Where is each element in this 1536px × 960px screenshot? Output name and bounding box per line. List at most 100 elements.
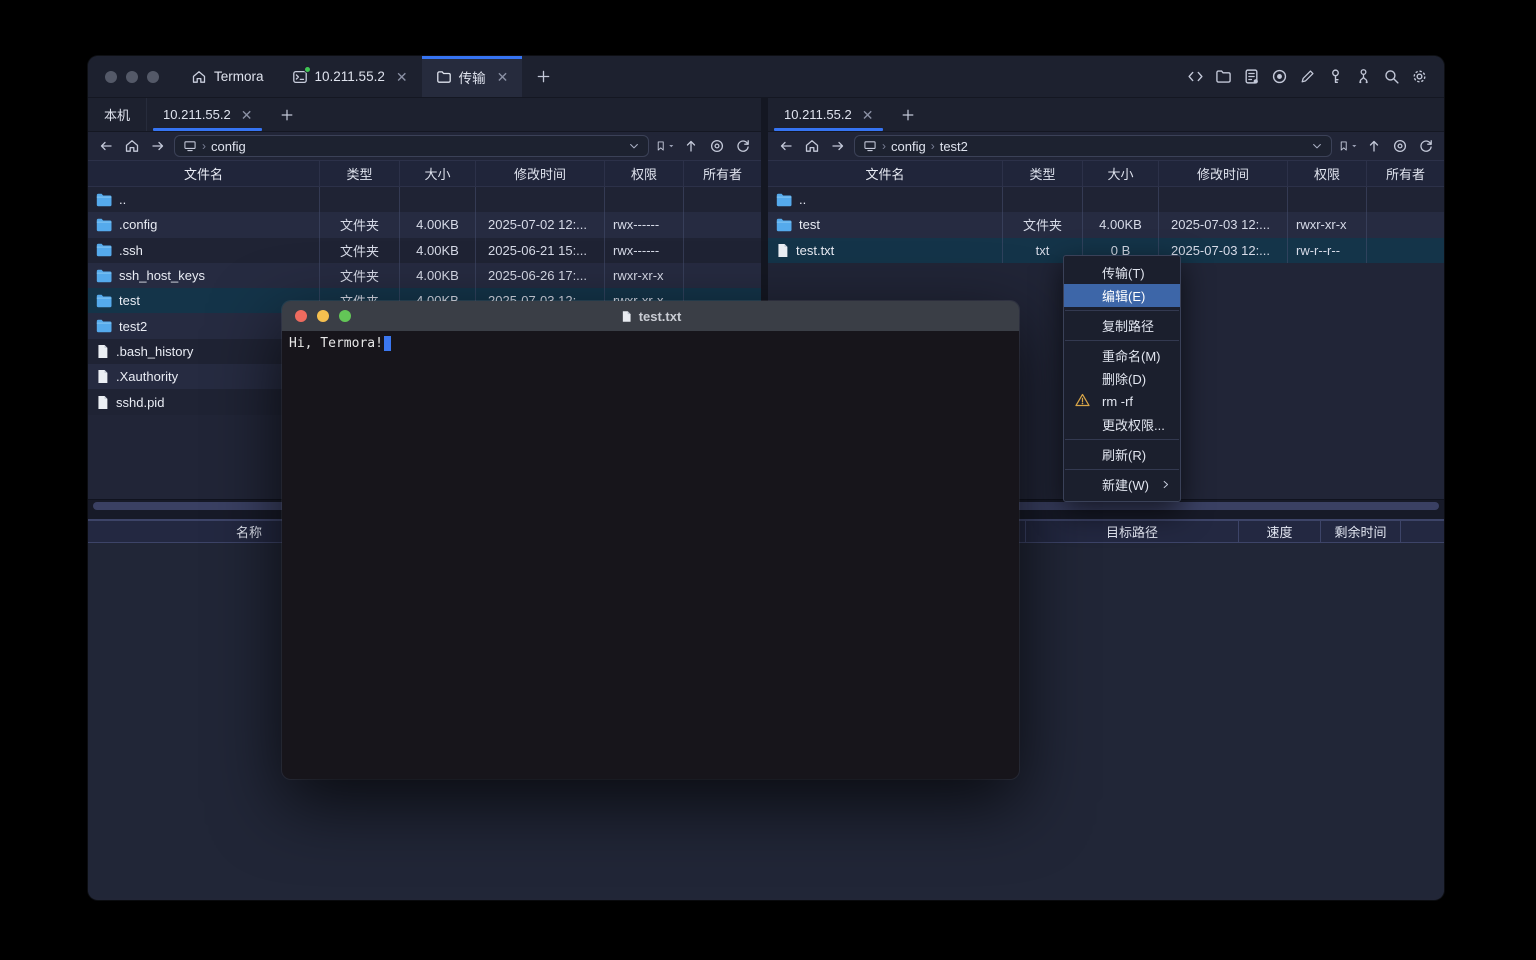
zoom-window-button[interactable] [147, 71, 159, 83]
close-tab-icon[interactable]: ✕ [862, 108, 874, 122]
minimize-window-button[interactable] [126, 71, 138, 83]
show-hidden-icon[interactable] [1390, 136, 1410, 156]
file-row[interactable]: .. [768, 187, 1444, 212]
record-icon[interactable] [1271, 68, 1288, 85]
file-row[interactable]: ssh_host_keys文件夹4.00KB2025-06-26 17:...r… [88, 263, 761, 288]
tab-transfer[interactable]: 传输 ✕ [422, 56, 523, 97]
column-header[interactable]: 所有者 [1367, 161, 1444, 186]
file-cell: 文件夹 [320, 212, 400, 237]
editor-content[interactable]: Hi, Termora! [282, 331, 1019, 779]
settings-icon[interactable] [1411, 68, 1428, 85]
show-hidden-icon[interactable] [707, 136, 727, 156]
column-header[interactable]: 大小 [400, 161, 476, 186]
new-pane-tab-button[interactable] [268, 98, 306, 131]
folder-icon [96, 269, 112, 283]
close-tab-icon[interactable]: ✕ [396, 70, 408, 84]
tab-local[interactable]: 本机 [88, 98, 147, 131]
cell-text: rwxr-xr-x [613, 268, 664, 283]
path-breadcrumb[interactable]: › config › test2 [854, 135, 1332, 157]
column-header[interactable]: 所有者 [684, 161, 761, 186]
menu-item--m-[interactable]: 重命名(M) [1064, 344, 1180, 367]
column-header[interactable]: 类型 [1003, 161, 1083, 186]
file-cell [1083, 187, 1159, 212]
window-controls[interactable] [88, 56, 177, 97]
new-tab-button[interactable] [522, 56, 565, 97]
zoom-window-button[interactable] [339, 310, 351, 322]
chevron-down-icon[interactable] [1311, 140, 1323, 152]
editor-window-controls[interactable] [282, 310, 351, 322]
refresh-icon[interactable] [1416, 136, 1436, 156]
bookmark-icon[interactable] [1338, 136, 1358, 156]
chevron-right-icon: › [882, 139, 886, 153]
cell-text: test [119, 293, 140, 308]
bookmark-icon[interactable] [655, 136, 675, 156]
tab-ssh-host[interactable]: 10.211.55.2 ✕ [278, 56, 422, 97]
file-row[interactable]: .. [88, 187, 761, 212]
upload-icon[interactable] [681, 136, 701, 156]
file-row[interactable]: test文件夹4.00KB2025-07-03 12:...rwxr-xr-x [768, 212, 1444, 237]
file-cell: .. [88, 187, 320, 212]
menu-item--[interactable]: 复制路径 [1064, 314, 1180, 337]
snippet-icon[interactable] [1243, 68, 1260, 85]
cell-text: 2025-06-26 17:... [488, 268, 587, 283]
search-icon[interactable] [1383, 68, 1400, 85]
file-row[interactable]: .config文件夹4.00KB2025-07-02 12:...rwx----… [88, 212, 761, 237]
column-header[interactable]: 权限 [1288, 161, 1367, 186]
keychain-icon[interactable] [1355, 68, 1372, 85]
tab-termora[interactable]: Termora [177, 56, 278, 97]
minimize-window-button[interactable] [317, 310, 329, 322]
key-icon[interactable] [1327, 68, 1344, 85]
editor-title: test.txt [282, 309, 1019, 324]
menu-item--r-[interactable]: 刷新(R) [1064, 443, 1180, 466]
column-header[interactable]: 目标路径 [1026, 521, 1239, 542]
app-toolbar [1187, 56, 1444, 97]
close-window-button[interactable] [105, 71, 117, 83]
column-header[interactable]: 剩余时间 [1321, 521, 1401, 542]
editor-title-bar[interactable]: test.txt [282, 301, 1019, 331]
path-segment[interactable]: config [891, 139, 926, 154]
column-header[interactable]: 速度 [1239, 521, 1321, 542]
menu-item--d-[interactable]: 删除(D) [1064, 367, 1180, 390]
code-icon[interactable] [1187, 68, 1204, 85]
column-header[interactable]: 文件名 [88, 161, 320, 186]
column-header[interactable]: 类型 [320, 161, 400, 186]
close-window-button[interactable] [295, 310, 307, 322]
folder-icon[interactable] [1215, 68, 1232, 85]
menu-item-rm-rf[interactable]: rm -rf [1064, 390, 1180, 413]
upload-icon[interactable] [1364, 136, 1384, 156]
tab-remote-host[interactable]: 10.211.55.2 ✕ [768, 98, 889, 131]
path-segment[interactable]: test2 [940, 139, 968, 154]
home-icon[interactable] [122, 136, 142, 156]
close-tab-icon[interactable]: ✕ [497, 70, 509, 84]
forward-icon[interactable] [828, 136, 848, 156]
menu-separator [1065, 469, 1179, 470]
menu-item--t-[interactable]: 传输(T) [1064, 261, 1180, 284]
column-header[interactable]: 修改时间 [476, 161, 605, 186]
menu-item-label: rm -rf [1102, 394, 1133, 409]
back-icon[interactable] [776, 136, 796, 156]
column-header[interactable]: 权限 [605, 161, 684, 186]
cell-text: 4.00KB [416, 268, 459, 283]
left-pane-tabs: 本机 10.211.55.2 ✕ [88, 98, 761, 132]
editor-window: test.txt Hi, Termora! [282, 301, 1019, 779]
menu-item--[interactable]: 更改权限... [1064, 413, 1180, 436]
tab-label: 10.211.55.2 [163, 107, 231, 122]
path-segment[interactable]: config [211, 139, 246, 154]
menu-item--e-[interactable]: 编辑(E) [1064, 284, 1180, 307]
menu-item--w-[interactable]: 新建(W) [1064, 473, 1180, 496]
file-row[interactable]: .ssh文件夹4.00KB2025-06-21 15:...rwx------ [88, 238, 761, 263]
cell-text: 文件夹 [340, 241, 379, 260]
path-breadcrumb[interactable]: › config [174, 135, 649, 157]
close-tab-icon[interactable]: ✕ [241, 108, 253, 122]
column-header[interactable]: 文件名 [768, 161, 1003, 186]
back-icon[interactable] [96, 136, 116, 156]
edit-icon[interactable] [1299, 68, 1316, 85]
column-header[interactable]: 修改时间 [1159, 161, 1288, 186]
forward-icon[interactable] [148, 136, 168, 156]
home-icon[interactable] [802, 136, 822, 156]
column-header[interactable]: 大小 [1083, 161, 1159, 186]
new-pane-tab-button[interactable] [889, 98, 927, 131]
tab-remote-host[interactable]: 10.211.55.2 ✕ [147, 98, 268, 131]
chevron-down-icon[interactable] [628, 140, 640, 152]
refresh-icon[interactable] [733, 136, 753, 156]
